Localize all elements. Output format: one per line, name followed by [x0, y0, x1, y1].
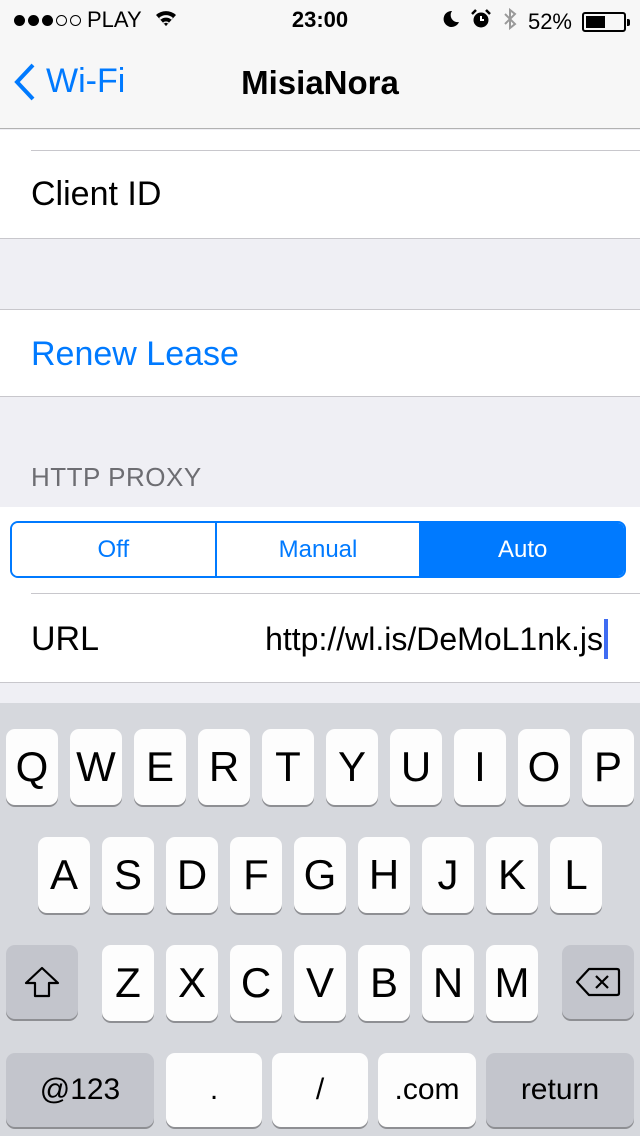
battery-percent: 52%: [527, 9, 572, 34]
url-input-value: http://wl.is/DeMoL1nk.js: [265, 620, 603, 657]
period-key[interactable]: .: [166, 1053, 262, 1127]
divider: [0, 682, 640, 683]
segment-manual[interactable]: Manual: [214, 523, 420, 576]
key-h[interactable]: H: [358, 837, 410, 913]
battery-icon: [582, 12, 630, 32]
key-s[interactable]: S: [102, 837, 154, 913]
key-v[interactable]: V: [294, 945, 346, 1021]
client-id-group: Client ID: [0, 130, 640, 238]
key-o[interactable]: O: [518, 729, 570, 805]
renew-lease-button[interactable]: Renew Lease: [31, 335, 239, 374]
url-input[interactable]: http://wl.is/DeMoL1nk.js: [265, 619, 608, 659]
page-title: MisiaNora: [241, 64, 399, 101]
key-f[interactable]: F: [230, 837, 282, 913]
key-c[interactable]: C: [230, 945, 282, 1021]
backspace-icon: [575, 967, 621, 997]
proxy-mode-segmented-control: Off Manual Auto: [10, 521, 626, 578]
key-p[interactable]: P: [582, 729, 634, 805]
numbers-key[interactable]: @123: [6, 1053, 154, 1127]
key-b[interactable]: B: [358, 945, 410, 1021]
key-m[interactable]: M: [486, 945, 538, 1021]
key-j[interactable]: J: [422, 837, 474, 913]
divider: [31, 150, 640, 151]
key-d[interactable]: D: [166, 837, 218, 913]
alarm-icon: [470, 8, 492, 36]
key-l[interactable]: L: [550, 837, 602, 913]
shift-key[interactable]: [6, 945, 78, 1019]
key-u[interactable]: U: [390, 729, 442, 805]
key-e[interactable]: E: [134, 729, 186, 805]
status-bar: PLAY 23:00 52%: [0, 0, 640, 40]
key-t[interactable]: T: [262, 729, 314, 805]
bluetooth-icon: [502, 7, 518, 37]
key-i[interactable]: I: [454, 729, 506, 805]
delete-key[interactable]: [562, 945, 634, 1019]
key-k[interactable]: K: [486, 837, 538, 913]
key-n[interactable]: N: [422, 945, 474, 1021]
segment-off[interactable]: Off: [12, 523, 215, 576]
key-w[interactable]: W: [70, 729, 122, 805]
dotcom-key[interactable]: .com: [378, 1053, 476, 1127]
return-key[interactable]: return: [486, 1053, 634, 1127]
key-g[interactable]: G: [294, 837, 346, 913]
slash-key[interactable]: /: [272, 1053, 368, 1127]
divider: [31, 593, 640, 594]
text-cursor: [604, 619, 608, 659]
key-y[interactable]: Y: [326, 729, 378, 805]
http-proxy-header: HTTP PROXY: [31, 462, 202, 492]
moon-icon: [440, 9, 460, 35]
segment-auto[interactable]: Auto: [419, 523, 624, 576]
key-x[interactable]: X: [166, 945, 218, 1021]
divider: [0, 238, 640, 239]
key-z[interactable]: Z: [102, 945, 154, 1021]
key-a[interactable]: A: [38, 837, 90, 913]
divider: [0, 396, 640, 397]
key-r[interactable]: R: [198, 729, 250, 805]
keyboard: @123 . / .com return QWERTYUIOP ASDFGHJKL…: [0, 703, 640, 1136]
client-id-cell[interactable]: Client ID: [31, 175, 161, 214]
url-label: URL: [31, 620, 100, 658]
key-q[interactable]: Q: [6, 729, 58, 805]
shift-icon: [24, 966, 60, 998]
navigation-bar: Wi-Fi MisiaNora: [0, 40, 640, 129]
renew-lease-cell[interactable]: Renew Lease: [0, 310, 640, 396]
